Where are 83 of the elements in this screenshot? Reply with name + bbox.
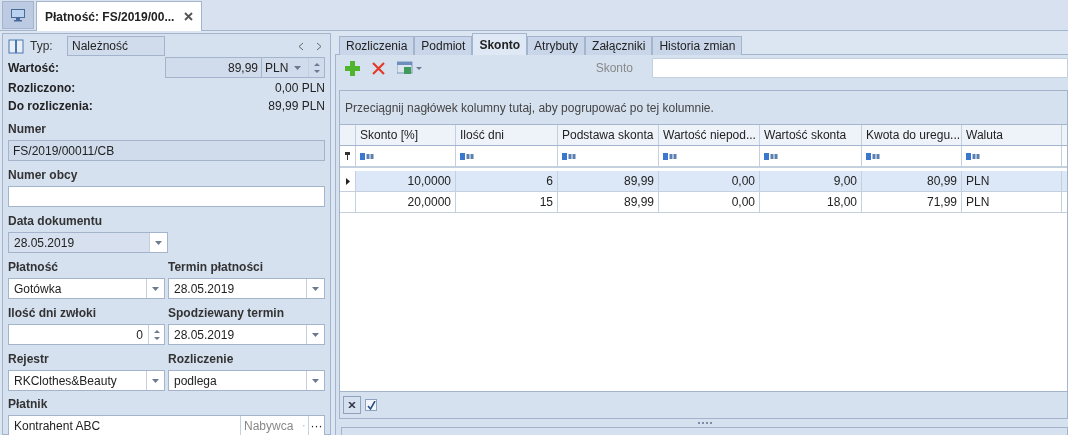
table-cell: 10,0000 xyxy=(356,171,456,191)
dropdown-field[interactable]: 28.05.2019 xyxy=(168,278,325,299)
table-cell: 20,0000 xyxy=(356,192,456,212)
field-label: Ilość dni zwłoki xyxy=(8,307,97,320)
text-filter-icon[interactable] xyxy=(663,152,677,160)
clear-filter-button[interactable] xyxy=(343,396,361,414)
text-filter-icon[interactable] xyxy=(866,152,880,160)
settled-label: Rozliczono: xyxy=(8,80,77,97)
payer-field[interactable]: Kontrahent ABC Nabywca ··· xyxy=(8,415,325,435)
remaining-amount: 89,99 PLN xyxy=(268,98,325,115)
search-field[interactable] xyxy=(652,58,1068,78)
field-label: Data dokumentu xyxy=(8,215,103,228)
text-filter-icon[interactable] xyxy=(460,152,474,160)
previous-icon[interactable] xyxy=(298,41,304,51)
table-cell: PLN xyxy=(962,192,1062,212)
column-header[interactable]: Kwota do uregu... xyxy=(862,125,962,145)
book-icon xyxy=(8,38,24,54)
tab[interactable]: Załączniki xyxy=(585,36,653,55)
spin-arrows-icon xyxy=(153,328,160,341)
group-hint: Przeciągnij nagłówek kolumny tutaj, aby pogrupować po tej kolumnie. xyxy=(345,99,714,117)
table-cell: PLN xyxy=(962,171,1062,191)
text-filter-icon[interactable] xyxy=(764,152,778,160)
column-header[interactable]: Waluta xyxy=(962,125,1062,145)
column-header[interactable]: Wartość niepod... xyxy=(659,125,760,145)
check-icon xyxy=(366,400,376,410)
field-label: Termin płatności xyxy=(168,261,265,274)
close-icon xyxy=(348,402,356,408)
column-header[interactable]: Ilość dni xyxy=(456,125,558,145)
field-label: Numer obcy xyxy=(8,169,79,182)
text-filter-icon[interactable] xyxy=(562,152,576,160)
type-label: Typ: xyxy=(30,38,54,55)
field-label: Rozliczenie xyxy=(168,353,235,366)
table-row[interactable]: 10,0000 6 89,99 0,00 9,00 80,99 PLN xyxy=(340,171,1067,192)
table-cell: 15 xyxy=(456,192,558,212)
desktop-button[interactable] xyxy=(2,1,34,29)
delete-icon[interactable] xyxy=(372,61,385,75)
tab[interactable]: Rozliczenia xyxy=(339,36,415,55)
remaining-label: Do rozliczenia: xyxy=(8,98,94,115)
field-label: Płatność xyxy=(8,261,59,274)
table-cell: 18,00 xyxy=(760,192,862,212)
search-label: Skonto xyxy=(595,60,633,77)
table-cell: 9,00 xyxy=(760,171,862,191)
text-filter-icon[interactable] xyxy=(360,152,374,160)
close-icon[interactable] xyxy=(184,12,194,21)
value-field[interactable]: 89,99 PLN xyxy=(165,57,325,78)
field-label: Rejestr xyxy=(8,353,50,366)
current-row-icon xyxy=(345,177,350,185)
tab[interactable]: Podmiot xyxy=(414,36,473,55)
number-field[interactable]: 0 xyxy=(8,324,165,345)
filter-checkbox[interactable] xyxy=(365,399,377,411)
dropdown-field[interactable]: podlega xyxy=(168,370,325,391)
text-filter-icon[interactable] xyxy=(966,152,980,160)
column-header[interactable]: Podstawa skonta xyxy=(558,125,659,145)
column-header[interactable]: Wartość skonta xyxy=(760,125,862,145)
dropdown-field[interactable]: 28.05.2019 xyxy=(168,324,325,345)
next-icon[interactable] xyxy=(316,41,322,51)
table-cell: 89,99 xyxy=(558,192,659,212)
more-button[interactable]: ··· xyxy=(308,416,324,435)
value-label: Wartość: xyxy=(8,59,60,77)
field-label: Płatnik xyxy=(8,398,49,411)
table-cell: 0,00 xyxy=(659,192,760,212)
table-cell: 89,99 xyxy=(558,171,659,191)
table-row[interactable]: 20,0000 15 89,99 0,00 18,00 71,99 PLN xyxy=(340,192,1067,213)
field-label: Spodziewany termin xyxy=(168,307,286,320)
type-field: Należność xyxy=(67,36,165,56)
spin-arrows-icon xyxy=(313,61,320,74)
document-tab[interactable]: Płatność: FS/2019/00... xyxy=(36,1,203,31)
dropdown-field[interactable]: Gotówka xyxy=(8,278,165,299)
foreign-number-field[interactable] xyxy=(8,186,325,207)
tab[interactable]: Historia zmian xyxy=(652,36,743,55)
table-cell: 0,00 xyxy=(659,171,760,191)
table-cell: 80,99 xyxy=(862,171,962,191)
monitor-icon xyxy=(10,8,26,22)
settled-amount: 0,00 PLN xyxy=(274,80,325,97)
dropdown-field[interactable]: RKClothes&Beauty xyxy=(8,370,165,391)
tab[interactable]: Skonto xyxy=(472,33,528,55)
table-cell: 71,99 xyxy=(862,192,962,212)
table-cell: 6 xyxy=(456,171,558,191)
field-label: Numer xyxy=(8,123,47,136)
export-grid-icon[interactable] xyxy=(397,61,423,75)
column-header[interactable]: Skonto [%] xyxy=(356,125,456,145)
filter-pin-icon xyxy=(345,152,350,160)
tab[interactable]: Atrybuty xyxy=(527,36,586,55)
